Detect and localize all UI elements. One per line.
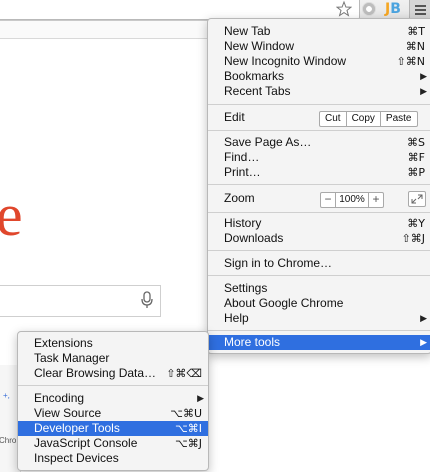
submenu-item-extensions[interactable]: Extensions — [18, 336, 208, 351]
menu-item-label: New Tab — [224, 24, 271, 38]
extension-icon[interactable] — [362, 2, 376, 16]
menu-item-shortcut: ⌘N — [405, 40, 425, 53]
menu-item-zoom: Zoom − 100% + — [208, 191, 430, 208]
page-top-strip — [0, 20, 210, 39]
menu-item-shortcut: ⌘Y — [407, 217, 425, 230]
menu-separator — [208, 104, 430, 105]
submenu-arrow-icon: ▶ — [420, 71, 427, 81]
menu-item-new-window[interactable]: New Window ⌘N — [208, 39, 430, 54]
menu-separator — [208, 330, 430, 331]
menu-item-history[interactable]: History ⌘Y — [208, 216, 430, 231]
menu-item-label: Print… — [224, 165, 261, 179]
menu-item-label: Extensions — [34, 336, 93, 350]
microphone-icon[interactable] — [140, 291, 154, 309]
menu-item-shortcut: ⇧⌘N — [396, 55, 425, 68]
edit-button-group: Cut Copy Paste — [319, 111, 418, 127]
menu-item-label: Developer Tools — [34, 421, 120, 435]
menu-item-label: Sign in to Chrome… — [224, 256, 333, 270]
menu-item-shortcut: ⌘P — [407, 166, 425, 179]
menu-item-label: Clear Browsing Data… — [34, 366, 157, 380]
menu-separator — [208, 130, 430, 131]
menu-separator — [208, 250, 430, 251]
menu-item-shortcut: ⇧⌘⌫ — [166, 367, 202, 380]
omnibox[interactable] — [0, 0, 360, 20]
menu-item-label: Bookmarks — [224, 69, 285, 83]
menu-item-label: Encoding — [34, 391, 85, 405]
submenu-item-view-source[interactable]: View Source ⌥⌘U — [18, 406, 208, 421]
menu-item-label: Inspect Devices — [34, 451, 119, 465]
star-icon[interactable] — [336, 0, 352, 18]
menu-item-recent-tabs[interactable]: Recent Tabs ▶ — [208, 84, 430, 99]
submenu-item-inspect-devices[interactable]: Inspect Devices — [18, 451, 208, 466]
menu-item-label: JavaScript Console — [34, 436, 138, 450]
menu-item-label: Downloads — [224, 231, 284, 245]
menu-separator — [208, 184, 430, 185]
submenu-item-encoding[interactable]: Encoding ▶ — [18, 391, 208, 406]
menu-item-label: Recent Tabs — [224, 84, 291, 98]
menu-item-downloads[interactable]: Downloads ⇧⌘J — [208, 231, 430, 246]
menu-separator — [208, 275, 430, 276]
widget-text-fragment: Chro — [0, 436, 17, 445]
menu-separator — [18, 385, 208, 386]
menu-item-label: Task Manager — [34, 351, 110, 365]
menu-item-new-tab[interactable]: New Tab ⌘T — [208, 24, 430, 39]
menu-item-shortcut: ⌘S — [407, 136, 425, 149]
search-input[interactable] — [0, 285, 161, 317]
menu-item-label: Find… — [224, 150, 260, 164]
submenu-arrow-icon: ▶ — [420, 313, 427, 323]
menu-item-sign-in[interactable]: Sign in to Chrome… — [208, 256, 430, 271]
hamburger-menu-icon[interactable] — [409, 0, 430, 19]
zoom-control: − 100% + — [320, 192, 384, 208]
menu-item-find[interactable]: Find… ⌘F — [208, 150, 430, 165]
menu-item-label: Save Page As… — [224, 135, 312, 149]
menu-item-label: Zoom — [224, 191, 255, 205]
menu-item-more-tools[interactable]: More tools ▶ — [208, 335, 430, 350]
menu-item-new-incognito-window[interactable]: New Incognito Window ⇧⌘N — [208, 54, 430, 69]
submenu-item-clear-browsing-data[interactable]: Clear Browsing Data… ⇧⌘⌫ — [18, 366, 208, 381]
chrome-main-menu: New Tab ⌘T New Window ⌘N New Incognito W… — [207, 18, 430, 354]
menu-item-label: View Source — [34, 406, 102, 420]
menu-item-shortcut: ⇧⌘J — [401, 232, 425, 245]
menu-separator — [208, 212, 430, 213]
menu-item-bookmarks[interactable]: Bookmarks ▶ — [208, 69, 430, 84]
menu-item-save-page-as[interactable]: Save Page As… ⌘S — [208, 135, 430, 150]
fullscreen-icon[interactable] — [408, 191, 426, 207]
menu-item-label: New Incognito Window — [224, 54, 347, 68]
menu-item-help[interactable]: Help ▶ — [208, 311, 430, 326]
menu-item-edit: Edit Cut Copy Paste — [208, 110, 430, 127]
menu-item-shortcut: ⌥⌘J — [175, 437, 202, 450]
zoom-in-button[interactable]: + — [369, 193, 383, 207]
menu-item-print[interactable]: Print… ⌘P — [208, 165, 430, 180]
submenu-arrow-icon: ▶ — [197, 393, 204, 403]
menu-item-settings[interactable]: Settings — [208, 281, 430, 296]
zoom-level: 100% — [336, 193, 369, 207]
menu-item-shortcut: ⌘T — [407, 25, 425, 38]
menu-item-label: Settings — [224, 281, 268, 295]
menu-item-label: More tools — [224, 335, 281, 349]
jb-extension-icon[interactable]: JB — [385, 1, 401, 17]
plus-icon: +, — [3, 391, 10, 400]
google-logo-fragment: e — [0, 182, 23, 248]
menu-item-about[interactable]: About Google Chrome — [208, 296, 430, 311]
menu-item-shortcut: ⌥⌘U — [170, 407, 202, 420]
menu-item-label: Help — [224, 311, 249, 325]
submenu-item-javascript-console[interactable]: JavaScript Console ⌥⌘J — [18, 436, 208, 451]
zoom-out-button[interactable]: − — [321, 193, 336, 207]
menu-item-label: History — [224, 216, 262, 230]
submenu-item-task-manager[interactable]: Task Manager — [18, 351, 208, 366]
menu-item-label: New Window — [224, 39, 295, 53]
submenu-item-developer-tools[interactable]: Developer Tools ⌥⌘I — [18, 421, 208, 436]
submenu-arrow-icon: ▶ — [420, 337, 427, 347]
submenu-arrow-icon: ▶ — [420, 86, 427, 96]
menu-item-shortcut: ⌥⌘I — [175, 422, 202, 435]
cut-button[interactable]: Cut — [320, 112, 347, 126]
menu-item-label: About Google Chrome — [224, 296, 344, 310]
copy-button[interactable]: Copy — [347, 112, 381, 126]
paste-button[interactable]: Paste — [381, 112, 417, 126]
menu-item-label: Edit — [224, 110, 245, 124]
menu-item-shortcut: ⌘F — [407, 151, 425, 164]
more-tools-submenu: Extensions Task Manager Clear Browsing D… — [17, 331, 209, 471]
